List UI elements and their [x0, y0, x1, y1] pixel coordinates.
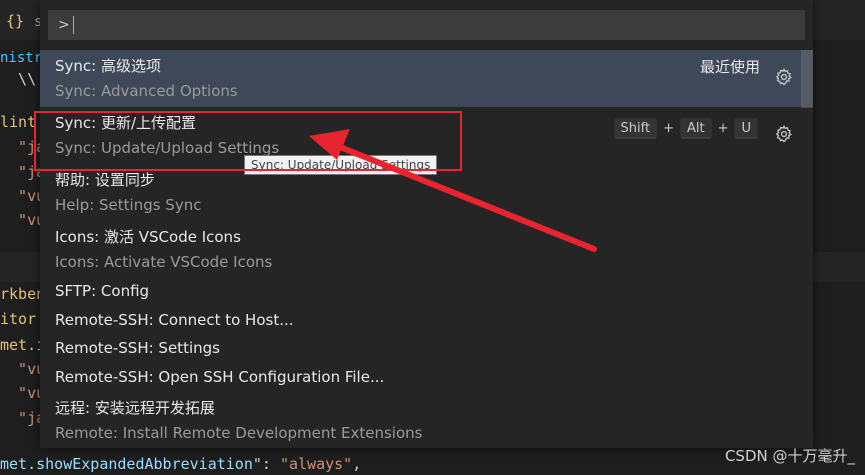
annotation-arrow: [309, 129, 597, 252]
annotation-arrow-shaft: [332, 142, 597, 252]
watermark: CSDN @十万毫升_: [724, 447, 855, 465]
annotation-arrow-head: [309, 129, 350, 160]
